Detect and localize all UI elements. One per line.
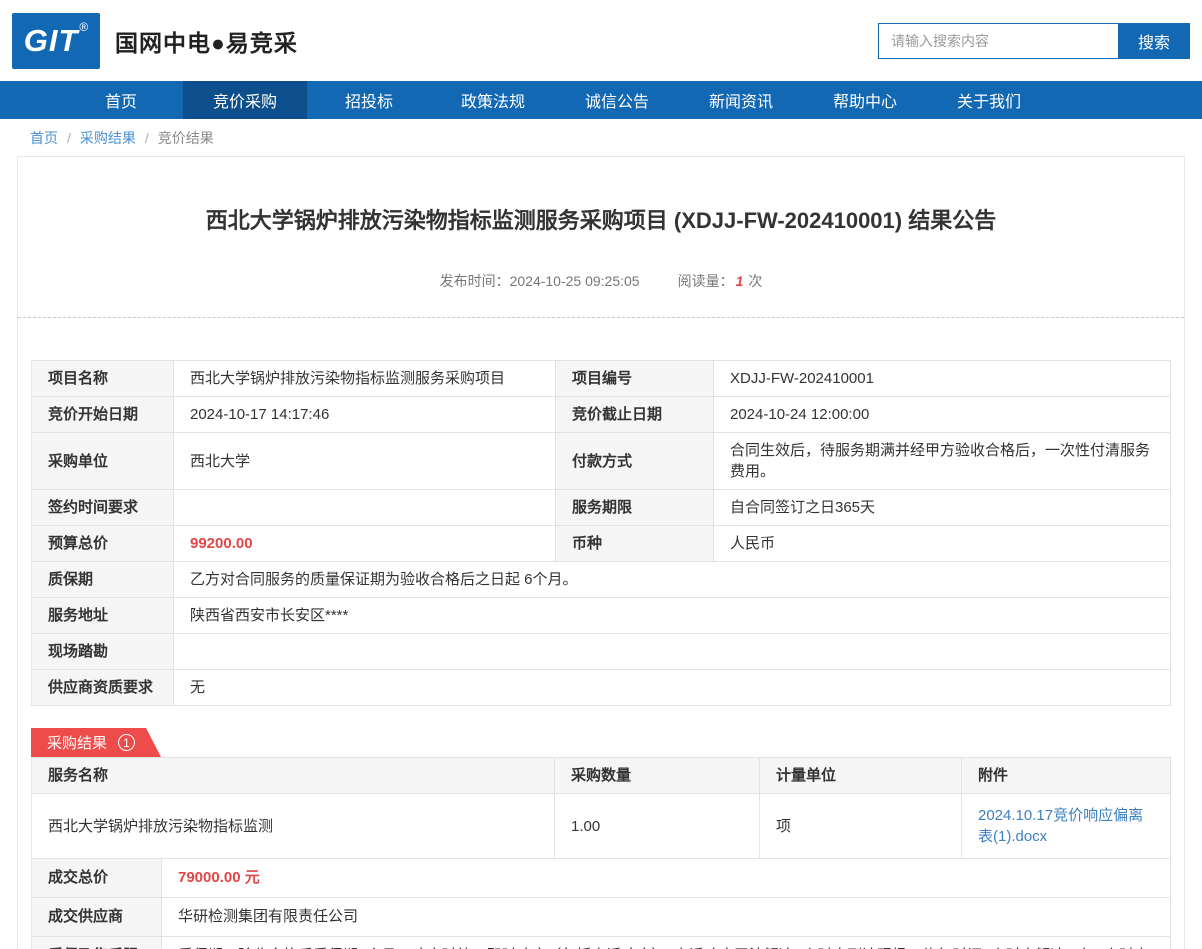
info-value: XDJJ-FW-202410001 xyxy=(713,360,1171,397)
nav-item-help-center[interactable]: 帮助中心 xyxy=(803,81,927,119)
unit-cell: 项 xyxy=(759,793,962,859)
table-row: 预算总价 99200.00 币种 人民币 xyxy=(31,525,1171,562)
info-label: 签约时间要求 xyxy=(31,489,174,526)
main-nav: 首页 竞价采购 招投标 政策法规 诚信公告 新闻资讯 帮助中心 关于我们 xyxy=(0,81,1202,119)
deal-total-value: 79000.00 元 xyxy=(161,858,1171,898)
table-row: 西北大学锅炉排放污染物指标监测 1.00 项 2024.10.17竞价响应偏离表… xyxy=(31,793,1171,859)
brand: GIT ® 国网中电●易竞采 xyxy=(12,12,298,69)
site-name: 国网中电●易竞采 xyxy=(115,29,298,56)
deal-supplier-value: 华研检测集团有限责任公司 xyxy=(161,897,1171,937)
result-table: 服务名称 采购数量 计量单位 附件 西北大学锅炉排放污染物指标监测 1.00 项… xyxy=(31,757,1171,859)
views-count: 1 xyxy=(735,273,744,289)
badge-label: 采购结果 xyxy=(47,735,108,752)
deal-detail-table: 成交总价 79000.00 元 成交供应商 华研检测集团有限责任公司 质保及售后… xyxy=(31,858,1171,949)
breadcrumb: 首页 / 采购结果 / 竞价结果 xyxy=(0,119,1202,156)
info-label: 质保期 xyxy=(31,561,174,598)
breadcrumb-separator: / xyxy=(144,129,149,146)
table-row: 现场踏勘 xyxy=(31,633,1171,670)
info-value: 乙方对合同服务的质量保证期为验收合格后之日起 6个月。 xyxy=(173,561,1171,598)
publish-time-label: 发布时间： xyxy=(439,273,510,289)
nav-item-home[interactable]: 首页 xyxy=(59,81,183,119)
purchase-result-badge: 采购结果 1 xyxy=(31,728,161,757)
info-label: 竞价开始日期 xyxy=(31,396,174,433)
info-value: 陕西省西安市长安区**** xyxy=(173,597,1171,634)
info-label: 项目名称 xyxy=(31,360,174,397)
service-name-cell: 西北大学锅炉排放污染物指标监测 xyxy=(31,793,555,859)
info-value xyxy=(173,489,556,526)
info-value: 2024-10-17 14:17:46 xyxy=(173,396,556,433)
nav-item-tendering[interactable]: 招投标 xyxy=(307,81,431,119)
table-row: 竞价开始日期 2024-10-17 14:17:46 竞价截止日期 2024-1… xyxy=(31,396,1171,433)
badge-count: 1 xyxy=(118,734,135,751)
info-label: 付款方式 xyxy=(555,432,714,490)
table-row: 成交总价 79000.00 元 xyxy=(31,858,1171,898)
page-title: 西北大学锅炉排放污染物指标监测服务采购项目 (XDJJ-FW-202410001… xyxy=(205,208,997,233)
budget-total-value: 99200.00 xyxy=(173,525,556,562)
dashed-divider xyxy=(18,317,1184,318)
views-unit: 次 xyxy=(748,273,763,289)
info-value: 自合同签订之日365天 xyxy=(713,489,1171,526)
info-value xyxy=(173,633,1171,670)
info-label: 项目编号 xyxy=(555,360,714,397)
table-header-row: 服务名称 采购数量 计量单位 附件 xyxy=(31,757,1171,794)
info-label: 竞价截止日期 xyxy=(555,396,714,433)
nav-item-bidding-purchase[interactable]: 竞价采购 xyxy=(183,81,307,119)
content-card: 西北大学锅炉排放污染物指标监测服务采购项目 (XDJJ-FW-202410001… xyxy=(17,156,1185,949)
top-header: GIT ® 国网中电●易竞采 搜索 xyxy=(0,0,1202,81)
deal-supplier-label: 成交供应商 xyxy=(31,897,162,937)
nav-item-integrity-notices[interactable]: 诚信公告 xyxy=(555,81,679,119)
breadcrumb-home[interactable]: 首页 xyxy=(30,128,58,148)
search-box: 搜索 xyxy=(878,22,1190,59)
project-info-table: 项目名称 西北大学锅炉排放污染物指标监测服务采购项目 项目编号 XDJJ-FW-… xyxy=(31,360,1171,706)
breadcrumb-separator: / xyxy=(67,129,71,146)
col-header-quantity: 采购数量 xyxy=(554,757,760,794)
info-value: 人民币 xyxy=(713,525,1171,562)
purchase-result-section: 采购结果 1 xyxy=(31,728,1171,757)
table-row: 服务地址 陕西省西安市长安区**** xyxy=(31,597,1171,634)
info-label: 供应商资质要求 xyxy=(31,669,174,706)
table-row: 签约时间要求 服务期限 自合同签订之日365天 xyxy=(31,489,1171,526)
search-input[interactable] xyxy=(878,22,1118,59)
info-value: 无 xyxy=(173,669,1171,706)
breadcrumb-purchase-results[interactable]: 采购结果 xyxy=(80,128,136,148)
table-row: 项目名称 西北大学锅炉排放污染物指标监测服务采购项目 项目编号 XDJJ-FW-… xyxy=(31,360,1171,397)
info-value: 西北大学 xyxy=(173,432,556,490)
info-label: 预算总价 xyxy=(31,525,174,562)
warranty-service-label: 质保及售后服务 xyxy=(31,936,162,949)
breadcrumb-current: 竞价结果 xyxy=(157,129,214,146)
col-header-service-name: 服务名称 xyxy=(31,757,555,794)
info-label: 现场踏勘 xyxy=(31,633,174,670)
publish-time-value: 2024-10-25 09:25:05 xyxy=(509,273,640,289)
col-header-unit: 计量单位 xyxy=(759,757,962,794)
info-label: 服务期限 xyxy=(555,489,714,526)
info-value: 合同生效后，待服务期满并经甲方验收合格后，一次性付清服务费用。 xyxy=(713,432,1171,490)
table-row: 采购单位 西北大学 付款方式 合同生效后，待服务期满并经甲方验收合格后，一次性付… xyxy=(31,432,1171,490)
info-value: 2024-10-24 12:00:00 xyxy=(713,396,1171,433)
info-label: 服务地址 xyxy=(31,597,174,634)
article-meta: 发布时间：2024-10-25 09:25:05 阅读量： 1 次 xyxy=(31,271,1171,291)
warranty-service-value: 质保期：验收合格后质保期6个月。响应时效：即时响应（包括电话响应）；电话响应无法… xyxy=(161,936,1171,949)
table-row: 质保期 乙方对合同服务的质量保证期为验收合格后之日起 6个月。 xyxy=(31,561,1171,598)
info-label: 采购单位 xyxy=(31,432,174,490)
git-logo[interactable]: GIT ® xyxy=(12,12,100,69)
deal-total-label: 成交总价 xyxy=(31,858,162,898)
table-row: 成交供应商 华研检测集团有限责任公司 xyxy=(31,897,1171,937)
nav-item-news[interactable]: 新闻资讯 xyxy=(679,81,803,119)
table-row: 供应商资质要求 无 xyxy=(31,669,1171,706)
table-row: 质保及售后服务 质保期：验收合格后质保期6个月。响应时效：即时响应（包括电话响应… xyxy=(31,936,1171,949)
attachment-link[interactable]: 2024.10.17竞价响应偏离表(1).docx xyxy=(978,807,1143,845)
views-label: 阅读量： xyxy=(677,273,734,289)
search-button[interactable]: 搜索 xyxy=(1118,22,1190,59)
nav-item-about-us[interactable]: 关于我们 xyxy=(927,81,1051,119)
attachment-cell: 2024.10.17竞价响应偏离表(1).docx xyxy=(961,793,1171,859)
quantity-cell: 1.00 xyxy=(554,793,760,859)
info-label: 币种 xyxy=(555,525,714,562)
registered-trademark-icon: ® xyxy=(79,19,89,34)
logo-text: GIT xyxy=(23,22,79,58)
col-header-attachment: 附件 xyxy=(961,757,1171,794)
nav-item-policies[interactable]: 政策法规 xyxy=(431,81,555,119)
info-value: 西北大学锅炉排放污染物指标监测服务采购项目 xyxy=(173,360,556,397)
